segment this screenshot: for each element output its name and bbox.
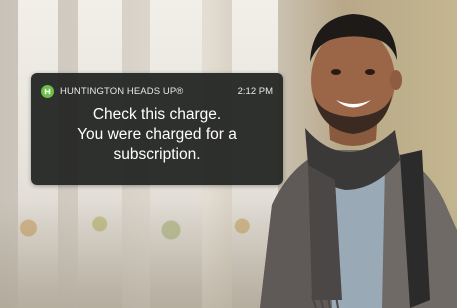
photo-background: HUNTINGTON HEADS UP® 2:12 PM Check this … <box>0 0 457 308</box>
notification-message: Check this charge. You were charged for … <box>39 105 275 165</box>
notification-app-name: HUNTINGTON HEADS UP® <box>60 85 184 97</box>
huntington-logo-icon <box>41 84 54 98</box>
notification-header: HUNTINGTON HEADS UP® 2:12 PM <box>41 83 273 99</box>
notification-time: 2:12 PM <box>237 85 273 97</box>
notification-message-line: Check this charge. <box>92 106 222 123</box>
notification-message-line: subscription. <box>113 146 201 163</box>
push-notification[interactable]: HUNTINGTON HEADS UP® 2:12 PM Check this … <box>31 73 283 185</box>
notification-message-line: You were charged for a <box>77 126 237 143</box>
